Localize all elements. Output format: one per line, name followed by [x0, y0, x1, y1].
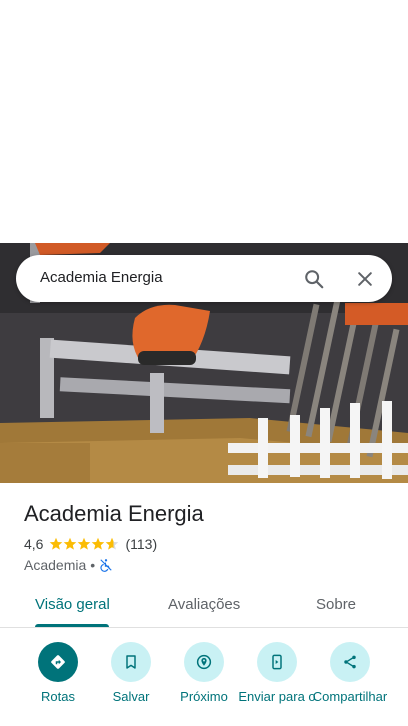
star-icon	[92, 537, 105, 550]
send-to-phone-button[interactable]: Enviar para o	[237, 642, 317, 704]
directions-label: Rotas	[41, 689, 75, 704]
tab-about[interactable]: Sobre	[316, 596, 356, 613]
category-row: Academia •	[24, 557, 113, 573]
review-count: (113)	[125, 536, 158, 552]
send-to-phone-label: Enviar para o	[238, 689, 316, 704]
directions-icon	[38, 642, 78, 682]
wheelchair-icon	[99, 558, 113, 572]
star-icon	[78, 537, 91, 550]
place-tabs: Visão geral Avaliações Sobre	[0, 586, 408, 628]
separator-dot: •	[90, 557, 96, 573]
send-to-phone-icon	[257, 642, 297, 682]
nearby-label: Próximo	[180, 689, 228, 704]
rating-row[interactable]: 4,6 (113)	[24, 536, 157, 552]
nearby-button[interactable]: Próximo	[164, 642, 244, 704]
place-title: Academia Energia	[24, 501, 204, 526]
search-input[interactable]: Academia Energia	[40, 269, 163, 286]
bookmark-icon	[111, 642, 151, 682]
tab-overview[interactable]: Visão geral	[35, 596, 110, 613]
close-icon[interactable]	[352, 266, 378, 292]
save-label: Salvar	[112, 689, 150, 704]
rating-value: 4,6	[24, 536, 44, 552]
star-icon	[64, 537, 77, 550]
action-bar: Rotas Salvar Próximo Enviar para o Compa…	[0, 642, 408, 726]
share-button[interactable]: Compartilhar	[310, 642, 390, 704]
directions-button[interactable]: Rotas	[18, 642, 98, 704]
star-icon	[50, 537, 63, 550]
save-button[interactable]: Salvar	[91, 642, 171, 704]
search-icon[interactable]	[301, 266, 327, 292]
half-star-icon	[106, 537, 119, 550]
share-icon	[330, 642, 370, 682]
search-bar[interactable]: Academia Energia	[16, 255, 392, 302]
category-label: Academia	[24, 557, 87, 573]
nearby-icon	[184, 642, 224, 682]
share-label: Compartilhar	[312, 689, 388, 704]
active-tab-indicator	[35, 624, 109, 627]
tab-reviews[interactable]: Avaliações	[168, 596, 240, 613]
rating-stars	[49, 537, 119, 551]
